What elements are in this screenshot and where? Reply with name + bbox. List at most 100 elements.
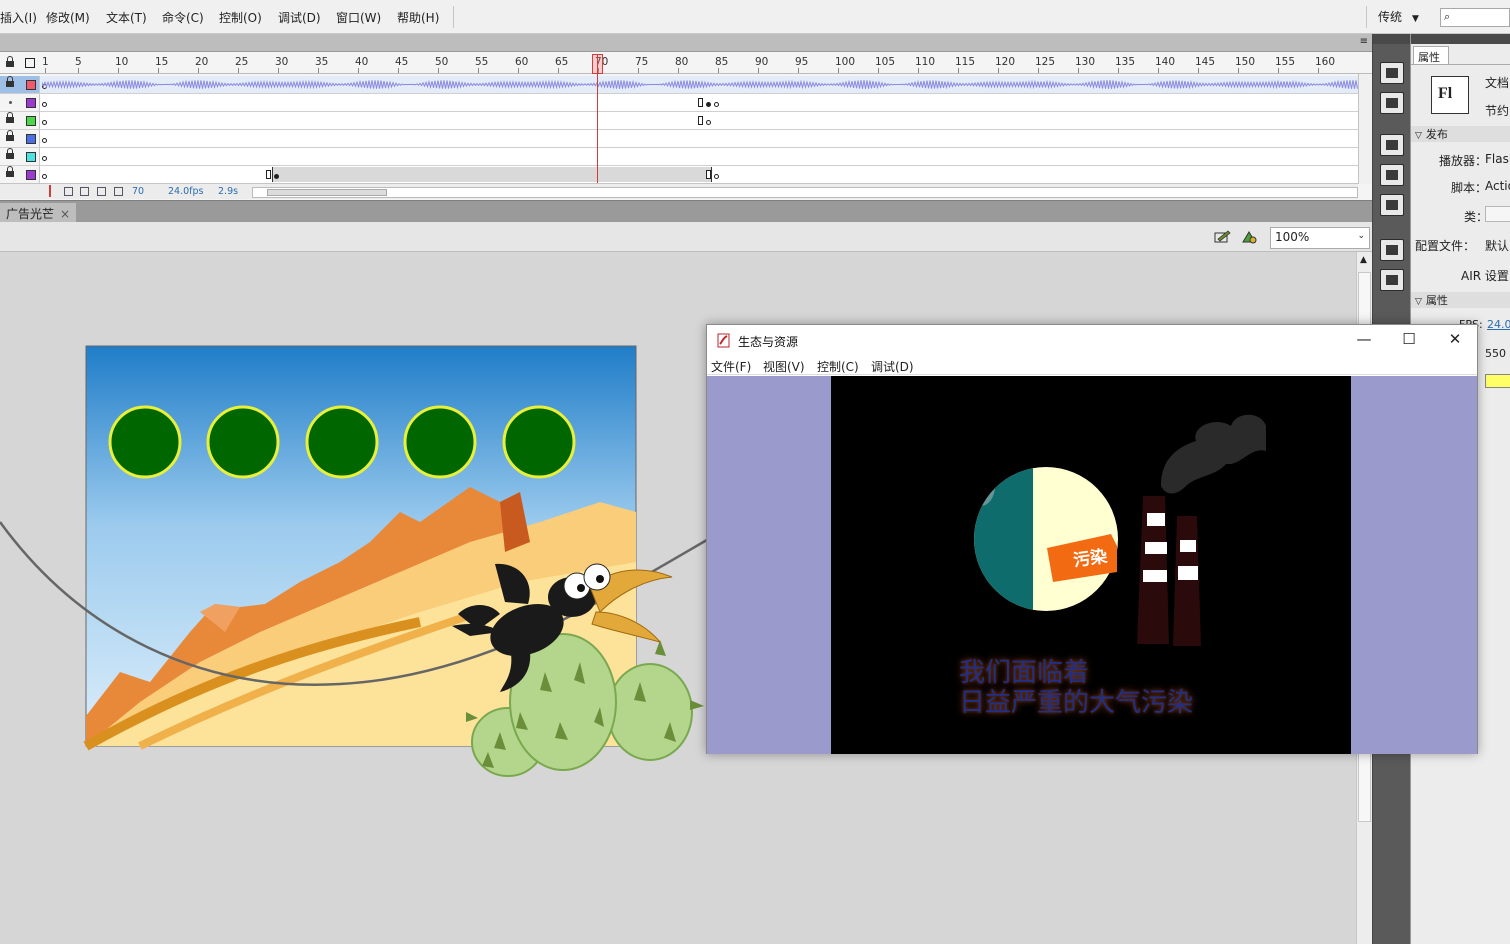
layer-outline-color[interactable] bbox=[26, 134, 36, 144]
scroll-thumb[interactable] bbox=[267, 189, 387, 196]
info-panel-icon[interactable] bbox=[1380, 164, 1404, 186]
player-menu-debug[interactable]: 调试(D) bbox=[871, 358, 914, 375]
keyframe[interactable] bbox=[42, 138, 47, 143]
close-button[interactable]: ✕ bbox=[1443, 330, 1467, 350]
maximize-button[interactable]: ☐ bbox=[1397, 330, 1421, 350]
script-value[interactable]: Actio bbox=[1485, 179, 1510, 193]
layer-row[interactable] bbox=[0, 166, 1358, 184]
keyframe[interactable] bbox=[42, 102, 47, 107]
edit-symbol-icon[interactable] bbox=[1241, 230, 1259, 244]
keyframe[interactable] bbox=[714, 174, 719, 179]
layer-outline-color[interactable] bbox=[26, 116, 36, 126]
section-publish[interactable]: ▽ 发布 bbox=[1411, 126, 1510, 142]
layer-outline-color[interactable] bbox=[26, 98, 36, 108]
center-frame-icon[interactable] bbox=[49, 185, 51, 197]
lock-icon[interactable] bbox=[6, 76, 14, 89]
close-icon[interactable]: × bbox=[60, 207, 70, 221]
layer-outline-color[interactable] bbox=[26, 170, 36, 180]
flash-player-window: 生态与资源 — ☐ ✕ 文件(F) 视图(V) 控制(C) 调试(D) 污染 我… bbox=[706, 324, 1478, 754]
menu-help[interactable]: 帮助(H) bbox=[397, 9, 439, 26]
section-properties[interactable]: ▽ 属性 bbox=[1411, 292, 1510, 308]
timeline-horizontal-scrollbar[interactable] bbox=[252, 187, 1358, 198]
scroll-up-icon[interactable]: ▲ bbox=[1360, 255, 1367, 265]
frame-end-marker[interactable] bbox=[266, 170, 271, 179]
player-menu-control[interactable]: 控制(C) bbox=[817, 358, 859, 375]
movie-stage[interactable]: 污染 我们面临着 日益严重的大气污染 bbox=[831, 376, 1351, 754]
layer-outline-color[interactable] bbox=[26, 80, 36, 90]
swatches-panel-icon[interactable] bbox=[1380, 92, 1404, 114]
layer-row[interactable] bbox=[0, 94, 1358, 112]
outline-all-icon[interactable] bbox=[25, 58, 35, 68]
frame-end-marker[interactable] bbox=[698, 98, 703, 107]
frame-tick bbox=[1038, 68, 1039, 73]
layer-outline-color[interactable] bbox=[26, 152, 36, 162]
onion-outline-icon[interactable] bbox=[80, 187, 89, 196]
layer-row[interactable] bbox=[0, 148, 1358, 166]
layer-row[interactable] bbox=[0, 76, 1358, 94]
fps-value[interactable]: 24.0 bbox=[1487, 318, 1510, 331]
class-field[interactable] bbox=[1485, 206, 1510, 222]
keyframe[interactable] bbox=[714, 102, 719, 107]
tab-properties[interactable]: 属性 bbox=[1413, 46, 1449, 64]
layer-row[interactable] bbox=[0, 112, 1358, 130]
lock-icon[interactable] bbox=[6, 166, 14, 179]
onion-skin-icon[interactable] bbox=[64, 187, 73, 196]
air-settings-link[interactable]: AIR 设置 bbox=[1461, 267, 1509, 284]
player-label: 播放器： bbox=[1439, 154, 1488, 168]
frame-span[interactable] bbox=[272, 167, 712, 182]
profile-value[interactable]: 默认 bbox=[1485, 237, 1509, 254]
zoom-select[interactable]: 100% ⌄ bbox=[1270, 227, 1370, 249]
timeline-ruler[interactable]: 1 5 10 15 20 25 30 35 40 45 50 55 60 65 70 75 80 85 90 95 10… bbox=[0, 52, 1372, 74]
menu-modify[interactable]: 修改(M) bbox=[46, 9, 90, 26]
frame-number: 120 bbox=[995, 56, 1016, 68]
stage-size-value[interactable]: 550 x bbox=[1485, 347, 1510, 360]
visibility-dot-icon[interactable] bbox=[9, 101, 12, 104]
components-panel-icon[interactable] bbox=[1380, 269, 1404, 291]
section-publish-label: 发布 bbox=[1425, 128, 1448, 141]
frame-rate: 24.0fps bbox=[168, 186, 204, 197]
menu-commands[interactable]: 命令(C) bbox=[162, 9, 204, 26]
menu-debug[interactable]: 调试(D) bbox=[278, 9, 321, 26]
keyframe[interactable] bbox=[42, 120, 47, 125]
menu-text[interactable]: 文本(T) bbox=[106, 9, 147, 26]
modify-markers-icon[interactable] bbox=[114, 187, 123, 196]
keyframe[interactable] bbox=[274, 174, 279, 179]
panel-menu-icon[interactable]: ≡ bbox=[1360, 36, 1368, 47]
frame-tick bbox=[358, 68, 359, 73]
lock-icon[interactable] bbox=[6, 112, 14, 125]
player-menu-view[interactable]: 视图(V) bbox=[763, 358, 805, 375]
transform-panel-icon[interactable] bbox=[1380, 194, 1404, 216]
keyframe[interactable] bbox=[42, 156, 47, 161]
keyframe[interactable] bbox=[42, 174, 47, 179]
library-panel-icon[interactable] bbox=[1380, 239, 1404, 261]
frame-tick bbox=[398, 68, 399, 73]
edit-multiple-icon[interactable] bbox=[97, 187, 106, 196]
search-input[interactable]: ⌕ bbox=[1440, 8, 1510, 27]
document-tab[interactable]: 广告光芒 × bbox=[0, 203, 77, 223]
lock-all-icon[interactable] bbox=[6, 56, 14, 69]
lock-icon[interactable] bbox=[6, 148, 14, 161]
menu-control[interactable]: 控制(O) bbox=[219, 9, 262, 26]
menu-window[interactable]: 窗口(W) bbox=[336, 9, 381, 26]
dock-collapse-bar[interactable] bbox=[1373, 34, 1411, 44]
panel-header[interactable] bbox=[1411, 34, 1510, 44]
frame-end-marker[interactable] bbox=[698, 116, 703, 125]
keyframe[interactable] bbox=[706, 120, 711, 125]
timeline-vertical-scrollbar[interactable] bbox=[1358, 74, 1372, 184]
keyframe[interactable] bbox=[706, 102, 711, 107]
align-panel-icon[interactable] bbox=[1380, 134, 1404, 156]
layer-row[interactable] bbox=[0, 130, 1358, 148]
player-menu-file[interactable]: 文件(F) bbox=[711, 358, 751, 375]
lock-icon[interactable] bbox=[6, 130, 14, 143]
player-titlebar[interactable]: 生态与资源 — ☐ ✕ bbox=[707, 325, 1477, 355]
menu-insert[interactable]: 插入(I) bbox=[0, 9, 37, 26]
color-panel-icon[interactable] bbox=[1380, 62, 1404, 84]
edit-scene-icon[interactable] bbox=[1214, 230, 1232, 244]
frame-end-marker[interactable] bbox=[706, 170, 711, 179]
frame-number: 100 bbox=[835, 56, 856, 68]
player-value[interactable]: Flash bbox=[1485, 152, 1510, 166]
minimize-button[interactable]: — bbox=[1352, 330, 1376, 350]
frame-number: 55 bbox=[475, 56, 489, 68]
stage-color-swatch[interactable] bbox=[1485, 374, 1510, 388]
workspace-switcher[interactable]: 传统 ▼ bbox=[1378, 8, 1419, 25]
